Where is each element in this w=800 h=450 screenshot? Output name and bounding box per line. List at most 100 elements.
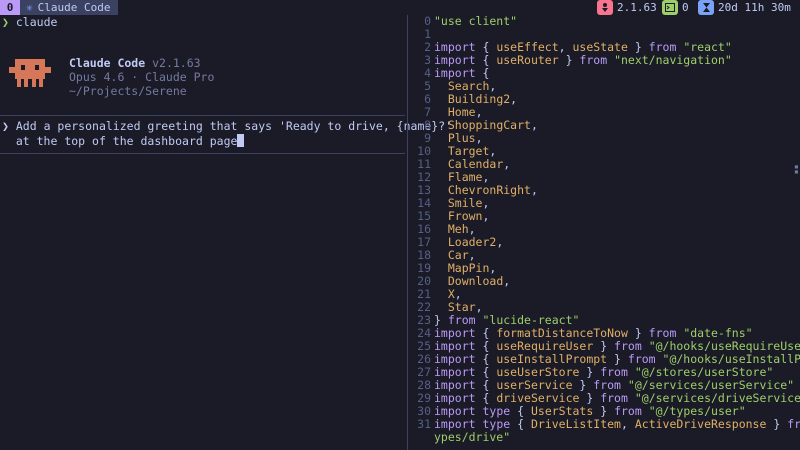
code-token: import <box>434 391 476 405</box>
code-token: } <box>607 352 628 366</box>
code-token: Star <box>447 300 476 314</box>
code-token: ActiveDriveResponse <box>634 417 767 431</box>
scroll-marker[interactable]: ▪ ▪ <box>794 163 800 176</box>
terminal-icon <box>662 0 678 15</box>
code-token: from <box>600 365 628 379</box>
input-divider-top <box>0 115 405 116</box>
code-token: useRouter <box>496 53 559 67</box>
code-token: { <box>475 378 497 392</box>
code-token: useState <box>572 40 628 54</box>
code-token: ypes/drive" <box>434 430 511 444</box>
code-token: "@/services/driveService" <box>634 391 800 405</box>
code-token: { <box>475 365 497 379</box>
code-token: , <box>475 105 483 119</box>
app-version: v2.1.63 <box>152 56 201 70</box>
code-token: import <box>434 53 476 67</box>
code-token: { <box>475 391 497 405</box>
code-token: import <box>434 352 476 366</box>
code-token: "use client" <box>434 15 518 28</box>
code-token: UserStats <box>530 404 594 418</box>
code-token: "@/hooks/useInstallPrompt" <box>662 352 800 366</box>
code-token: from <box>648 40 677 54</box>
code-token: , <box>530 118 538 132</box>
code-token: useRequireUser <box>496 339 594 353</box>
code-token: Search <box>447 79 490 93</box>
code-token: from <box>787 417 800 431</box>
input-line-1: Add a personalized greeting that says 'R… <box>15 119 453 133</box>
code-token: useEffect <box>496 40 559 54</box>
prompt-symbol: ❯ <box>2 15 9 29</box>
code-editor-pane[interactable]: 0 "use client" 1 2 import { useEffect, useSt… <box>410 15 800 450</box>
code-token: from <box>648 326 677 340</box>
code-token: formatDistanceToNow <box>496 326 628 340</box>
code-token: } <box>558 53 580 67</box>
code-token: useInstallPrompt <box>496 352 608 366</box>
code-token: import <box>434 339 476 353</box>
code-token: , <box>482 170 490 184</box>
code-line: 20 Download, <box>410 275 800 288</box>
code-token: Frown <box>447 209 483 223</box>
code-token: , <box>510 92 518 106</box>
claude-pane: ❯ claude Claude Code v2.1.63 Opus 4.6 · … <box>0 15 452 450</box>
uptime-status: 20d 11h 30m <box>698 0 791 15</box>
code-token: { <box>475 352 497 366</box>
code-token: , <box>454 287 462 301</box>
code-token: ChevronRight <box>447 183 531 197</box>
code-token: "lucide-react" <box>482 313 580 327</box>
code-token: Home <box>447 105 476 119</box>
code-token: Target <box>447 144 490 158</box>
code-token: from <box>614 404 642 418</box>
workspace-indicator[interactable]: 0 <box>0 0 20 15</box>
code-token: userService <box>496 378 573 392</box>
code-token: ShoppingCart <box>447 118 531 132</box>
code-token: Calendar <box>447 157 504 171</box>
prompt-input[interactable]: ❯ Add a personalized greeting that says … <box>2 119 452 148</box>
code-token: "next/navigation" <box>614 53 732 67</box>
app-name-label: Claude Code <box>69 56 146 70</box>
code-token: , <box>482 196 490 210</box>
code-token: Smile <box>447 196 483 210</box>
model-info: Opus 4.6 · Claude Pro <box>69 70 215 84</box>
code-token: from <box>447 313 476 327</box>
code-token: } <box>766 417 788 431</box>
version-status: 2.1.63 <box>597 0 657 15</box>
pane-separator[interactable] <box>407 15 408 450</box>
code-token: useUserStore <box>496 365 580 379</box>
code-token: from <box>627 352 656 366</box>
input-divider-bottom <box>0 153 405 154</box>
code-token: import <box>434 404 476 418</box>
code-token: , <box>496 235 504 249</box>
code-token: import <box>434 326 476 340</box>
project-path: ~/Projects/Serene <box>69 84 187 98</box>
code-token: import <box>434 365 476 379</box>
code-token: import <box>434 66 476 80</box>
window-title[interactable]: ✳ Claude Code <box>20 0 119 15</box>
code-token: , <box>489 144 497 158</box>
code-token: import <box>434 40 476 54</box>
code-token: from <box>593 378 621 392</box>
code-token: , <box>482 209 490 223</box>
code-token: , <box>489 261 497 275</box>
window-title-label: Claude Code <box>37 1 111 14</box>
code-token: "@/stores/userStore" <box>634 365 774 379</box>
code-token: , <box>468 222 476 236</box>
code-token: , <box>475 300 483 314</box>
code-token: from <box>600 391 628 405</box>
